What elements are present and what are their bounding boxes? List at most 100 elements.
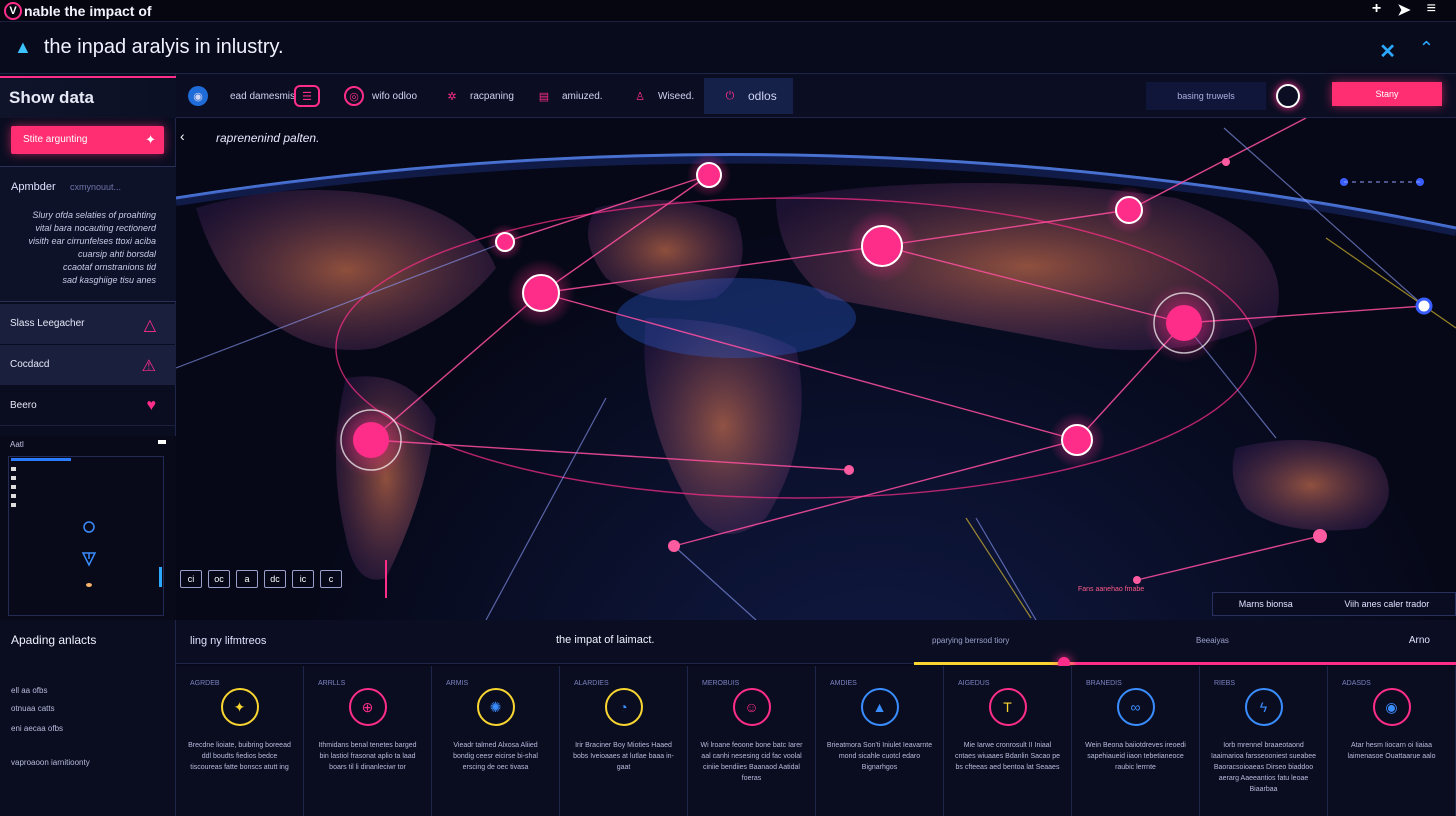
info-card[interactable]: MEROBUIS ☺ Wi lroane feoone bone batc Ia… [688, 666, 816, 816]
send-icon[interactable]: ➤ [1397, 0, 1410, 20]
north-america [196, 190, 496, 350]
sidebar-item-leegacher[interactable]: Slass Leegacher △ [0, 304, 176, 344]
info-card[interactable]: AIGEDUS T Mie Iarwe cronrosult II Iniaal… [944, 666, 1072, 816]
list-item: eni aecaa ofbs [11, 724, 64, 733]
card-text: Irir Braciner Boy Mioties Haaed bobs Ive… [573, 742, 674, 771]
card-text: Atar hesm Iiocarn oi Iiaiaa laimenasoe O… [1347, 742, 1436, 760]
mini-chart-frame [8, 456, 164, 616]
bulb-icon: ▲ [14, 37, 32, 57]
info-card[interactable]: BRANEDIS ∞ Wein Beona baiiotdreves ireoe… [1072, 666, 1200, 816]
page-header: ▲ the inpad aralyis in inlustry. ✕ ⌃ [0, 22, 1456, 74]
tab-label: wifo odloo [372, 90, 418, 102]
primary-action-button[interactable]: Stite argunting ✦ [11, 126, 164, 154]
list-item: ell aa ofbs [11, 686, 48, 695]
tab-label: odlos [748, 89, 777, 103]
info-card[interactable]: ALARDIES ◔ Irir Braciner Boy Mioties Haa… [560, 666, 688, 816]
info-card[interactable]: RIEBS ϟ Iorb mrennel braaeotaond Iaaimar… [1200, 666, 1328, 816]
info-card[interactable]: AMDIES ▲ Brieatmora Son'ti Iniulet Ieava… [816, 666, 944, 816]
app-logo: V [4, 1, 22, 20]
smile-icon: ☺ [732, 688, 771, 726]
card-code: AIGEDUS [958, 680, 990, 687]
close-icon[interactable]: ✕ [1379, 39, 1396, 64]
tool-button[interactable]: ci [180, 570, 202, 588]
card-text: Brecdne lioiate, buibring boreead ddl bo… [188, 742, 291, 771]
sidebar-item-cocdacd[interactable]: Cocdacd ⚠ [0, 345, 176, 385]
info-card[interactable]: ARRLLS ⊕ Ithmidans benal tenetes barged … [304, 666, 432, 816]
share-icon: ✲ [447, 90, 457, 103]
arrow-icon [81, 552, 97, 567]
card-text: Vieadr talmed Alxosa Aliied bondig ceesr… [453, 742, 538, 771]
tool-button[interactable]: c [320, 570, 342, 588]
trend-button[interactable]: basing truwels [1146, 82, 1266, 110]
record-button[interactable] [1276, 84, 1300, 108]
card-text: Ithmidans benal tenetes barged bin lasti… [318, 742, 417, 771]
panel-title: Apading anlacts [11, 633, 97, 647]
bottom-left-panel: Apading anlacts ell aa ofbs otnuaa catts… [0, 620, 176, 816]
tab-damesmis[interactable]: ◉ ead damesmis [188, 78, 295, 114]
tool-button[interactable]: a [236, 570, 258, 588]
map-title: raprenenind palten. [216, 131, 320, 145]
info-card[interactable]: ADASDS ◉ Atar hesm Iiocarn oi Iiaiaa lai… [1328, 666, 1456, 816]
legend-item: Viih anes caler trador [1344, 599, 1430, 609]
card-code: ADASDS [1342, 680, 1371, 687]
card-code: ARMIS [446, 680, 469, 687]
sidebar-item-beero[interactable]: Beero ♥ [0, 386, 176, 426]
tool-button[interactable]: ic [292, 570, 314, 588]
bolt-icon: ϟ [1244, 688, 1283, 726]
circle-icon [83, 521, 95, 533]
section-label: Beeaiyas [1196, 636, 1229, 645]
chevron-up-icon[interactable]: ⌃ [1419, 38, 1434, 59]
card-code: ALARDIES [574, 680, 609, 687]
section-label: Arno [1408, 635, 1430, 646]
card-row: AGRDEB ✦ Brecdne lioiate, buibring boree… [176, 666, 1456, 816]
globe-icon: ◉ [188, 86, 208, 106]
tab-stack[interactable]: ☰ [294, 78, 320, 114]
world-map[interactable]: ‹ raprenenind palten. ci oc a dc ic c Fa… [176, 118, 1456, 620]
tool-button[interactable]: oc [208, 570, 230, 588]
sidebar: Show data Stite argunting ✦ Apmbder cxmy… [0, 74, 176, 620]
more-icon[interactable] [158, 440, 166, 444]
card-code: AMDIES [830, 680, 857, 687]
plus-icon[interactable]: + [1372, 0, 1381, 20]
tab-label: Wiseed. [658, 90, 695, 102]
chevron-left-icon[interactable]: ‹ [180, 128, 185, 144]
card-code: RIEBS [1214, 680, 1236, 687]
tab-label: racpaning [470, 90, 514, 102]
timeline-slider[interactable] [914, 657, 1456, 669]
list-item: vaproaoon iarnitioonty [11, 758, 90, 767]
info-card[interactable]: AGRDEB ✦ Brecdne lioiate, buibring boree… [176, 666, 304, 816]
section-heading: the impat of laimact. [556, 634, 655, 646]
arrow-up-icon: ▲ [860, 688, 899, 726]
tab-odlos[interactable]: ⏻ odlos [704, 78, 793, 114]
map-note: Fans aanehao fmabe [1078, 586, 1145, 593]
cta-button[interactable]: Stany [1332, 82, 1442, 106]
window-title: nable the impact of [24, 2, 152, 19]
card-text: Mie Iarwe cronrosult II Iniaal cntaes wi… [954, 742, 1061, 771]
tab-label: ead damesmis [230, 90, 296, 102]
mini-chart-panel: Aatl [0, 436, 176, 620]
ring-icon: ◎ [344, 86, 364, 106]
tab-amiuzed[interactable]: ▤ amiuzed. [534, 78, 603, 114]
chart-icon: ◔ [604, 688, 643, 726]
stack-icon: ☰ [294, 85, 320, 107]
trophy-icon: T [988, 688, 1027, 726]
tool-button[interactable]: dc [264, 570, 286, 588]
map-legend: Marns bionsa Viih anes caler trador [1212, 592, 1456, 616]
legend-item: Marns bionsa [1238, 599, 1293, 609]
show-data-header[interactable]: Show data [0, 76, 176, 118]
primary-action-label: Stite argunting [23, 134, 88, 145]
mini-chart-label: Aatl [10, 440, 24, 449]
tab-racpaning[interactable]: ✲ racpaning [442, 78, 514, 114]
link-icon: ∞ [1116, 688, 1155, 726]
section-label: pparying berrsod tiory [932, 636, 1010, 645]
dot-icon [86, 583, 92, 587]
card-code: BRANEDIS [1086, 680, 1122, 687]
tab-wifo[interactable]: ◎ wifo odloo [344, 78, 417, 114]
australia [1232, 440, 1389, 531]
info-card[interactable]: ARMIS ✺ Vieadr talmed Alxosa Aliied bond… [432, 666, 560, 816]
tab-wiseed[interactable]: ♙ Wiseed. [630, 78, 694, 114]
panel-title: Apmbder [11, 181, 56, 193]
heart-icon: ♥ [146, 397, 157, 414]
menu-icon[interactable]: ≡ [1427, 0, 1436, 20]
sidebar-item-label: Slass Leegacher [10, 318, 85, 329]
